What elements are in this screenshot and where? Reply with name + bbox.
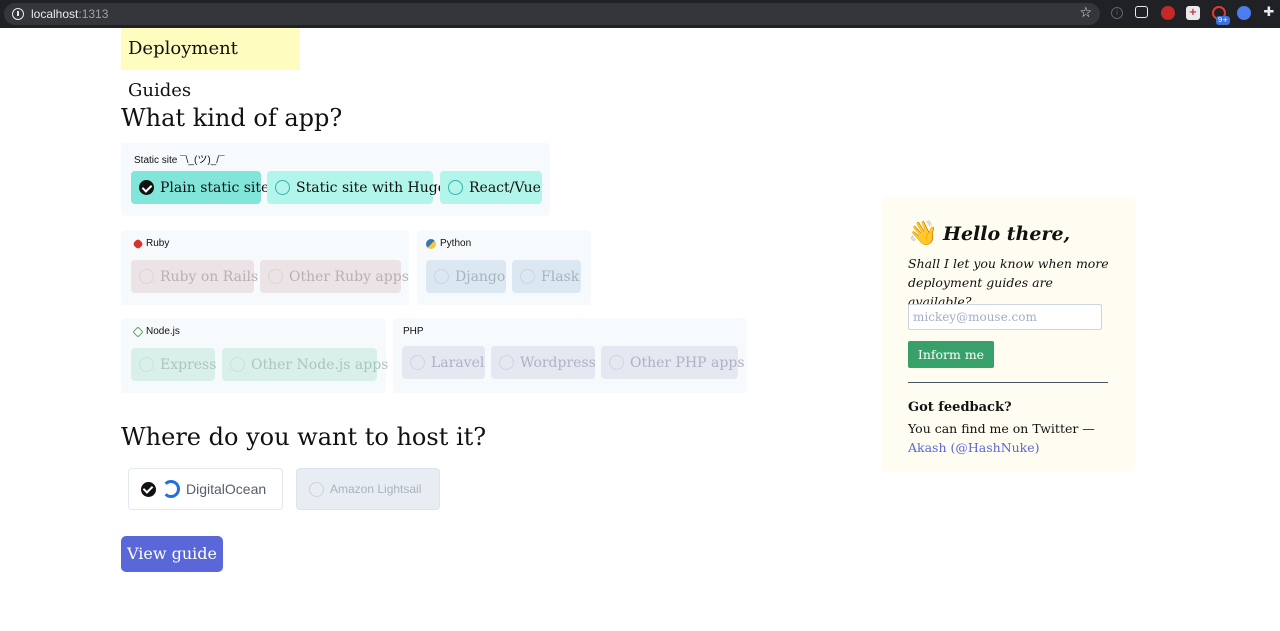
address-bar[interactable]: localhost:1313 ☆ (4, 3, 1100, 25)
php-group: PHP Laravel Wordpress Other PHP apps (393, 318, 747, 393)
host-label: Amazon Lightsail (330, 482, 422, 496)
radio-empty-icon (230, 357, 245, 372)
option-label: Django (455, 268, 506, 285)
radio-empty-icon (410, 355, 425, 370)
extension-badge: 9+ (1216, 16, 1230, 25)
url-port: :1313 (78, 7, 109, 21)
nodejs-group: Node.js Express Other Node.js apps (121, 318, 388, 393)
option-label: Flask (541, 268, 580, 285)
ublock-icon[interactable] (1161, 6, 1175, 20)
option-label: React/Vue (469, 179, 541, 196)
radio-empty-icon (139, 269, 154, 284)
radio-empty-icon (520, 269, 535, 284)
email-input[interactable] (908, 304, 1102, 330)
static-site-label-text: Static site ¯\_(ツ)_/¯ (134, 155, 225, 166)
option-ruby-on-rails[interactable]: Ruby on Rails (131, 260, 258, 293)
option-react-vue[interactable]: React/Vue (440, 171, 542, 204)
pocket-icon[interactable] (1135, 6, 1148, 18)
option-express[interactable]: Express (131, 348, 217, 381)
hello-heading: Hello there, (943, 223, 1071, 245)
divider (908, 382, 1108, 383)
newsletter-text: Shall I let you know when more deploymen… (908, 256, 1109, 309)
php-label: PHP (403, 326, 424, 337)
option-other-php-apps[interactable]: Other PHP apps (601, 346, 745, 379)
twitter-link[interactable]: Akash (@HashNuke) (908, 440, 1040, 455)
option-label: Other Node.js apps (251, 356, 389, 373)
ruby-gem-icon (132, 237, 144, 250)
plus-extension-icon[interactable]: + (1186, 6, 1200, 20)
python-group: Python Django Flask (417, 230, 591, 305)
extension-info-icon[interactable]: i (1111, 7, 1123, 19)
static-site-group: Static site ¯\_(ツ)_/¯ Plain static site … (121, 143, 550, 216)
puzzle-extensions-icon[interactable]: ✚ (1262, 6, 1276, 20)
option-label: Static site with Hugo (296, 179, 447, 196)
radio-empty-icon (309, 481, 324, 497)
option-laravel[interactable]: Laravel (402, 346, 485, 379)
info-icon[interactable] (12, 8, 24, 20)
waving-hand-icon: 👋 (908, 219, 938, 247)
host-heading: Where do you want to host it? (121, 423, 487, 451)
radio-checked-icon (139, 180, 154, 195)
option-label: Other PHP apps (630, 354, 745, 371)
view-guide-button[interactable]: View guide (121, 536, 223, 572)
nodejs-label: Node.js (132, 325, 180, 338)
profile-extension-icon[interactable] (1237, 6, 1251, 20)
nodejs-icon (132, 325, 144, 338)
feedback-text-label: You can find me on Twitter — (908, 421, 1095, 436)
newsletter-card: 👋 Hello there, Shall I let you know when… (882, 197, 1135, 471)
feedback-heading: Got feedback? (908, 400, 1012, 415)
option-other-nodejs-apps[interactable]: Other Node.js apps (222, 348, 388, 381)
option-label: Express (160, 356, 217, 373)
static-site-label: Static site ¯\_(ツ)_/¯ (134, 151, 225, 166)
option-static-site-hugo[interactable]: Static site with Hugo (267, 171, 446, 204)
python-label: Python (426, 238, 471, 249)
inform-me-button[interactable]: Inform me (908, 341, 994, 368)
app-kind-heading: What kind of app? (121, 104, 343, 132)
option-django[interactable]: Django (426, 260, 506, 293)
host-label: DigitalOcean (186, 481, 267, 497)
ruby-label: Ruby (132, 237, 170, 250)
option-other-ruby-apps[interactable]: Other Ruby apps (260, 260, 409, 293)
radio-empty-icon (434, 269, 449, 284)
feedback-text: You can find me on Twitter — Akash (@Has… (908, 419, 1118, 457)
host-option-digitalocean[interactable]: DigitalOcean (128, 468, 283, 510)
digitalocean-logo-icon (162, 480, 180, 498)
ruby-label-text: Ruby (146, 238, 170, 249)
bookmark-star-icon[interactable]: ☆ (1079, 5, 1092, 21)
url-host: localhost (31, 7, 79, 21)
php-label-text: PHP (403, 326, 424, 337)
option-label: Wordpress (520, 354, 596, 371)
nodejs-label-text: Node.js (146, 326, 180, 337)
option-wordpress[interactable]: Wordpress (491, 346, 596, 379)
radio-empty-icon (139, 357, 154, 372)
radio-empty-icon (448, 180, 463, 195)
option-plain-static-site[interactable]: Plain static site (131, 171, 269, 204)
option-flask[interactable]: Flask (512, 260, 581, 293)
option-label: Plain static site (160, 179, 270, 196)
option-label: Ruby on Rails (160, 268, 259, 285)
radio-empty-icon (268, 269, 283, 284)
python-label-text: Python (440, 238, 472, 249)
radio-empty-icon (499, 355, 514, 370)
python-icon (426, 238, 436, 249)
ruby-group: Ruby Ruby on Rails Other Ruby apps (121, 230, 409, 305)
radio-empty-icon (275, 180, 290, 195)
option-label: Other Ruby apps (289, 268, 409, 285)
url-text: localhost:1313 (31, 7, 108, 21)
site-title-badge: Deployment Guides (121, 28, 300, 101)
host-option-lightsail[interactable]: Amazon Lightsail (296, 468, 440, 510)
browser-toolbar: localhost:1313 ☆ i + 9+ ✚ (0, 0, 1280, 28)
radio-checked-icon (141, 481, 156, 497)
radio-empty-icon (609, 355, 624, 370)
option-label: Laravel (431, 354, 485, 371)
